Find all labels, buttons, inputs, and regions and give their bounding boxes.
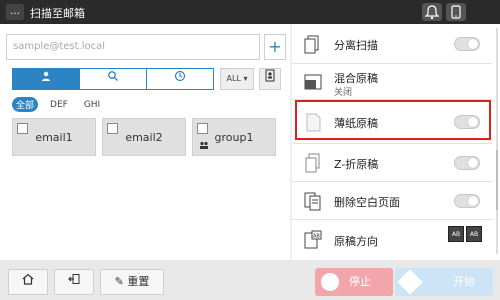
setting-status: 关闭 xyxy=(334,88,353,98)
setting-label: 删除空白页面 xyxy=(334,196,400,209)
toggle-switch[interactable] xyxy=(454,37,480,51)
exit-button[interactable] xyxy=(54,269,94,295)
settings-panel: 分离扫描 混合原稿 关闭 薄纸原稿 Z-折原稿 删除空白页面 AB 原稿方向 A… xyxy=(292,24,500,260)
mixed-original-icon xyxy=(304,74,322,90)
destination-tile[interactable]: email1 xyxy=(12,118,96,156)
destination-panel: sample@test.local + ALL ▾ 全部 DEF GHI ema… xyxy=(0,24,290,260)
blank-page-delete-icon xyxy=(304,192,321,211)
add-address-button[interactable]: + xyxy=(264,34,286,60)
address-book-button[interactable] xyxy=(259,68,281,90)
search-icon xyxy=(108,71,118,81)
destination-list: email1 email2 group1 xyxy=(12,118,276,156)
stop-icon xyxy=(321,273,339,291)
reset-button[interactable]: ✎ 重置 xyxy=(100,269,164,295)
setting-blank-page-delete[interactable]: 删除空白页面 xyxy=(292,182,492,220)
address-input[interactable]: sample@test.local xyxy=(6,34,260,60)
bell-icon[interactable] xyxy=(422,3,442,21)
tile-name: email1 xyxy=(35,131,73,144)
orientation-portrait-icon: AB xyxy=(448,226,464,242)
group-icon xyxy=(199,141,209,151)
address-book-icon xyxy=(265,69,275,82)
setting-z-fold[interactable]: Z-折原稿 xyxy=(292,144,492,182)
tab-person[interactable] xyxy=(13,69,80,89)
scrollbar-thumb[interactable] xyxy=(496,150,498,210)
index-ghi[interactable]: GHI xyxy=(80,99,104,111)
setting-mixed-original[interactable]: 混合原稿 关闭 xyxy=(292,64,492,100)
exit-icon xyxy=(68,274,80,284)
toggle-switch[interactable] xyxy=(454,194,480,208)
orientation-landscape-icon: AB xyxy=(466,226,482,242)
scrollbar-track xyxy=(496,28,498,254)
clock-icon xyxy=(174,70,186,82)
orientation-preview: AB AB xyxy=(448,226,482,242)
setting-label: Z-折原稿 xyxy=(334,158,379,171)
tile-name: email2 xyxy=(125,131,163,144)
reset-label: 重置 xyxy=(127,275,150,288)
toggle-switch[interactable] xyxy=(454,156,480,170)
index-filter: 全部 DEF GHI xyxy=(12,97,104,112)
sort-select[interactable]: ALL ▾ xyxy=(220,68,254,90)
tab-history[interactable] xyxy=(147,69,213,89)
stop-button[interactable]: 停止 xyxy=(315,268,393,296)
reset-icon: ✎ xyxy=(114,275,124,288)
start-button[interactable]: 开始 xyxy=(395,268,493,296)
tab-search[interactable] xyxy=(80,69,147,89)
phone-icon[interactable] xyxy=(446,3,466,21)
setting-label: 分离扫描 xyxy=(334,39,378,52)
tab-group xyxy=(12,68,214,90)
setting-separate-scan[interactable]: 分离扫描 xyxy=(292,24,492,64)
index-def[interactable]: DEF xyxy=(46,99,72,111)
menu-button[interactable]: … xyxy=(6,4,24,20)
start-label: 开始 xyxy=(453,275,475,288)
setting-label: 混合原稿 xyxy=(334,72,378,85)
svg-text:AB: AB xyxy=(313,234,320,240)
bottom-bar: ✎ 重置 停止 开始 xyxy=(0,260,500,300)
start-icon xyxy=(397,269,423,295)
person-icon xyxy=(42,71,50,81)
z-fold-icon xyxy=(305,153,320,173)
destination-tile[interactable]: email2 xyxy=(102,118,186,156)
home-button[interactable] xyxy=(8,269,48,295)
separate-scan-icon xyxy=(304,35,319,54)
index-all[interactable]: 全部 xyxy=(12,97,39,112)
highlight-box xyxy=(295,100,491,140)
page-title: 扫描至邮箱 xyxy=(30,7,85,20)
stop-label: 停止 xyxy=(349,275,371,288)
top-bar: … 扫描至邮箱 xyxy=(0,0,500,24)
setting-label: 原稿方向 xyxy=(334,235,378,248)
setting-original-direction[interactable]: AB 原稿方向 AB AB xyxy=(292,220,492,260)
original-direction-icon: AB xyxy=(304,230,322,249)
destination-tile[interactable]: group1 xyxy=(192,118,276,156)
home-icon xyxy=(22,273,34,285)
